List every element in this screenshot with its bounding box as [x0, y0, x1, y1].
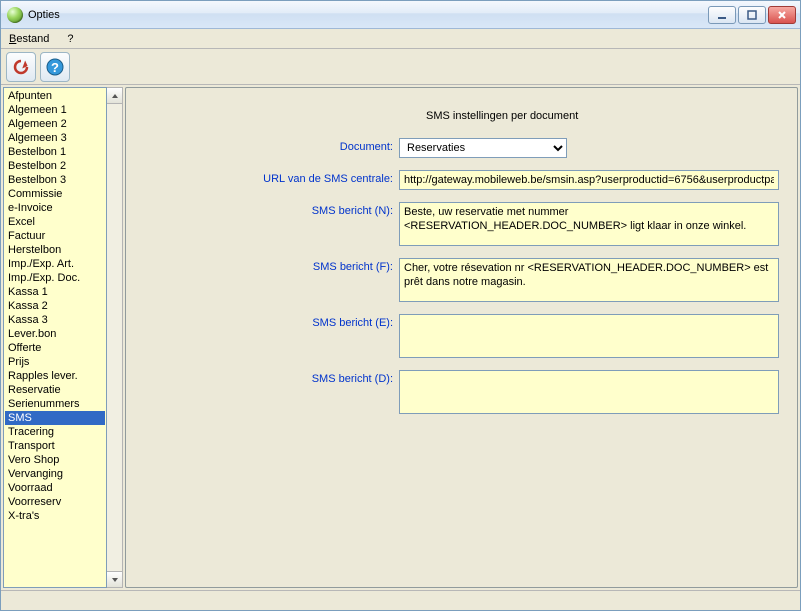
label-msg-f: SMS bericht (F):	[144, 258, 399, 273]
msg-d-textarea[interactable]	[399, 370, 779, 414]
label-url: URL van de SMS centrale:	[144, 170, 399, 185]
refresh-icon	[11, 57, 31, 77]
statusbar	[1, 590, 800, 610]
sidebar-item[interactable]: Algemeen 1	[5, 103, 105, 117]
menubar: Bestand ?	[1, 29, 800, 49]
sidebar-item[interactable]: Vero Shop	[5, 453, 105, 467]
maximize-icon	[747, 10, 757, 20]
label-document: Document:	[144, 138, 399, 153]
section-title: SMS instellingen per document	[426, 110, 578, 122]
sidebar-item[interactable]: Algemeen 3	[5, 131, 105, 145]
sidebar-item[interactable]: Tracering	[5, 425, 105, 439]
sidebar-scrollbar[interactable]	[107, 87, 123, 588]
window-title: Opties	[28, 9, 708, 21]
sidebar-item[interactable]: Bestelbon 1	[5, 145, 105, 159]
sidebar-item[interactable]: Lever.bon	[5, 327, 105, 341]
menu-file[interactable]: Bestand	[5, 31, 53, 47]
url-input[interactable]	[399, 170, 779, 190]
sidebar-item[interactable]: Vervanging	[5, 467, 105, 481]
sidebar-item[interactable]: Voorraad	[5, 481, 105, 495]
scroll-up-button[interactable]	[107, 88, 122, 104]
toolbar: ?	[1, 49, 800, 85]
maximize-button[interactable]	[738, 6, 766, 24]
sidebar-item[interactable]: Afpunten	[5, 89, 105, 103]
label-msg-n: SMS bericht (N):	[144, 202, 399, 217]
sidebar-item[interactable]: Bestelbon 2	[5, 159, 105, 173]
msg-f-textarea[interactable]	[399, 258, 779, 302]
sidebar-wrap: AfpuntenAlgemeen 1Algemeen 2Algemeen 3Be…	[3, 87, 123, 588]
sidebar-item[interactable]: Imp./Exp. Art.	[5, 257, 105, 271]
content-panel: SMS instellingen per document Document: …	[125, 87, 798, 588]
row-msg-e: SMS bericht (E):	[144, 314, 779, 358]
sidebar-item[interactable]: Bestelbon 3	[5, 173, 105, 187]
chevron-down-icon	[111, 576, 119, 584]
sidebar-item[interactable]: Algemeen 2	[5, 117, 105, 131]
sidebar-item[interactable]: Commissie	[5, 187, 105, 201]
sidebar-item[interactable]: Kassa 2	[5, 299, 105, 313]
help-button[interactable]: ?	[40, 52, 70, 82]
category-list[interactable]: AfpuntenAlgemeen 1Algemeen 2Algemeen 3Be…	[3, 87, 107, 588]
menu-help[interactable]: ?	[63, 31, 77, 47]
sidebar-item[interactable]: Prijs	[5, 355, 105, 369]
sidebar-item[interactable]: Kassa 1	[5, 285, 105, 299]
sidebar-item[interactable]: Rapples lever.	[5, 369, 105, 383]
chevron-up-icon	[111, 92, 119, 100]
options-window: Opties Bestand ? ?	[0, 0, 801, 611]
sidebar-item[interactable]: Herstelbon	[5, 243, 105, 257]
msg-n-textarea[interactable]	[399, 202, 779, 246]
refresh-button[interactable]	[6, 52, 36, 82]
label-msg-e: SMS bericht (E):	[144, 314, 399, 329]
sidebar-item[interactable]: Reservatie	[5, 383, 105, 397]
close-icon	[777, 10, 787, 20]
row-msg-d: SMS bericht (D):	[144, 370, 779, 414]
sidebar-item[interactable]: Serienummers	[5, 397, 105, 411]
sidebar-item[interactable]: Transport	[5, 439, 105, 453]
close-button[interactable]	[768, 6, 796, 24]
sidebar-item[interactable]: Excel	[5, 215, 105, 229]
sidebar-item[interactable]: Voorreserv	[5, 495, 105, 509]
body-area: AfpuntenAlgemeen 1Algemeen 2Algemeen 3Be…	[1, 85, 800, 590]
sidebar-item[interactable]: e-Invoice	[5, 201, 105, 215]
msg-e-textarea[interactable]	[399, 314, 779, 358]
document-select[interactable]: Reservaties	[399, 138, 567, 158]
sidebar-item[interactable]: Offerte	[5, 341, 105, 355]
sidebar-item[interactable]: X-tra's	[5, 509, 105, 523]
row-msg-f: SMS bericht (F):	[144, 258, 779, 302]
scroll-track[interactable]	[107, 104, 122, 571]
help-icon: ?	[45, 57, 65, 77]
titlebar: Opties	[1, 1, 800, 29]
sidebar-item[interactable]: Kassa 3	[5, 313, 105, 327]
minimize-button[interactable]	[708, 6, 736, 24]
window-controls	[708, 6, 796, 24]
row-url: URL van de SMS centrale:	[144, 170, 779, 190]
scroll-down-button[interactable]	[107, 571, 122, 587]
svg-text:?: ?	[51, 60, 59, 75]
row-document: Document: Reservaties	[144, 138, 779, 158]
minimize-icon	[717, 10, 727, 20]
row-msg-n: SMS bericht (N):	[144, 202, 779, 246]
label-msg-d: SMS bericht (D):	[144, 370, 399, 385]
sidebar-item[interactable]: SMS	[5, 411, 105, 425]
app-icon	[7, 7, 23, 23]
sidebar-item[interactable]: Imp./Exp. Doc.	[5, 271, 105, 285]
sidebar-item[interactable]: Factuur	[5, 229, 105, 243]
